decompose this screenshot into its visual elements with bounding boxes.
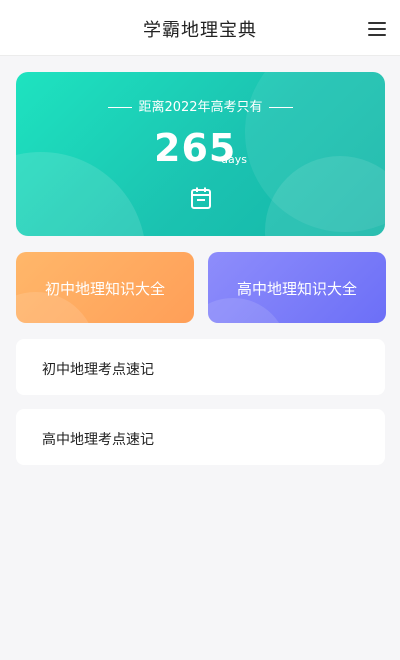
calendar-icon[interactable] [190,186,212,210]
card-label: 高中地理知识大全 [236,280,357,298]
card-label: 初中地理知识大全 [44,280,165,298]
junior-geography-knowledge-card[interactable]: 初中地理知识大全 [16,252,194,323]
countdown-caption: 距离2022年高考只有 [16,96,385,115]
list-item-junior-exam-notes[interactable]: 初中地理考点速记 [16,339,385,395]
list-item-senior-exam-notes[interactable]: 高中地理考点速记 [16,409,385,465]
list-item-label: 初中地理考点速记 [42,362,154,378]
countdown-days-unit: days [221,153,247,166]
list-item-label: 高中地理考点速记 [42,432,154,448]
exam-countdown-card: 距离2022年高考只有 265 days [16,72,385,236]
senior-geography-knowledge-card[interactable]: 高中地理知识大全 [208,252,386,323]
app-header: 学霸地理宝典 [0,0,400,56]
page-title: 学霸地理宝典 [143,20,257,41]
hamburger-menu-icon[interactable] [366,18,388,38]
